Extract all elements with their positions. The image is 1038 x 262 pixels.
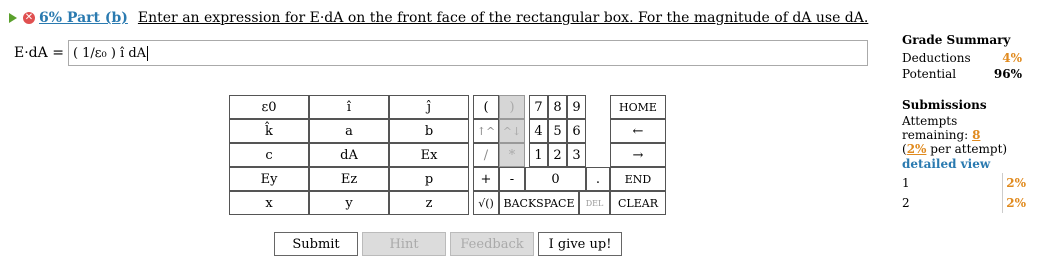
grade-summary: Grade Summary Deductions 4% Potential 96…	[902, 33, 1022, 82]
key-right-arrow[interactable]: →	[610, 143, 666, 167]
submission-row: 1 2%	[902, 173, 1026, 193]
deductions-row: Deductions 4%	[902, 50, 1022, 66]
key-home[interactable]: HOME	[610, 95, 666, 119]
key-5[interactable]: 5	[548, 119, 567, 143]
key-z[interactable]: z	[389, 191, 469, 215]
feedback-button[interactable]: Feedback	[450, 232, 534, 256]
part-header: ✕ 6% Part (b) Enter an expression for E·…	[6, 8, 868, 28]
per-attempt-penalty: (2% per attempt)	[902, 142, 1026, 156]
deductions-value: 4%	[1002, 51, 1022, 65]
attempts-label: Attempts remaining:	[902, 114, 969, 142]
key-close-paren[interactable]: )	[499, 95, 525, 119]
submissions-title: Submissions	[902, 98, 987, 112]
play-icon[interactable]	[9, 13, 17, 23]
text-caret	[147, 45, 149, 61]
key-slash[interactable]: /	[473, 143, 499, 167]
submission-number: 2	[902, 196, 910, 210]
potential-value: 96%	[993, 67, 1022, 81]
key-up-caret[interactable]: ↑^	[473, 119, 499, 143]
potential-row: Potential 96%	[902, 66, 1022, 82]
key-Ex[interactable]: Ex	[389, 143, 469, 167]
submission-value: 2%	[1002, 173, 1026, 193]
key-star[interactable]: *	[499, 143, 525, 167]
key-k-hat[interactable]: k̂	[229, 119, 309, 143]
key-y[interactable]: y	[309, 191, 389, 215]
answer-row: E·dA = ( 1/ε₀ ) î dA	[14, 40, 868, 66]
key-3[interactable]: 3	[567, 143, 586, 167]
key-sqrt[interactable]: √()	[473, 191, 499, 215]
key-i-hat[interactable]: î	[309, 95, 389, 119]
key-dA[interactable]: dA	[309, 143, 389, 167]
potential-label: Potential	[902, 67, 957, 81]
key-b[interactable]: b	[389, 119, 469, 143]
key-c[interactable]: c	[229, 143, 309, 167]
key-4[interactable]: 4	[529, 119, 548, 143]
key-j-hat[interactable]: ĵ	[389, 95, 469, 119]
attempts-value: 8	[972, 128, 981, 142]
incorrect-icon: ✕	[23, 12, 35, 24]
detailed-view-link[interactable]: detailed view	[902, 157, 1026, 171]
submission-value: 2%	[1002, 193, 1026, 213]
key-end[interactable]: END	[610, 167, 666, 191]
key-del[interactable]: DEL	[579, 191, 610, 215]
give-up-button[interactable]: I give up!	[538, 232, 622, 256]
key-Ez[interactable]: Ez	[309, 167, 389, 191]
key-backspace[interactable]: BACKSPACE	[499, 191, 579, 215]
submission-row: 2 2%	[902, 193, 1026, 213]
answer-input[interactable]: ( 1/ε₀ ) î dA	[67, 40, 868, 66]
submit-button[interactable]: Submit	[274, 232, 358, 256]
key-minus[interactable]: -	[499, 167, 525, 191]
key-7[interactable]: 7	[529, 95, 548, 119]
submission-number: 1	[902, 176, 910, 190]
key-epsilon0[interactable]: ε0	[229, 95, 309, 119]
assignment-page: ✕ 6% Part (b) Enter an expression for E·…	[0, 0, 1038, 262]
key-9[interactable]: 9	[567, 95, 586, 119]
key-left-arrow[interactable]: ←	[610, 119, 666, 143]
key-plus[interactable]: +	[473, 167, 499, 191]
key-2[interactable]: 2	[548, 143, 567, 167]
key-Ey[interactable]: Ey	[229, 167, 309, 191]
key-down-caret[interactable]: ^↓	[499, 119, 525, 143]
deductions-label: Deductions	[902, 51, 971, 65]
key-dot[interactable]: .	[586, 167, 610, 191]
key-clear[interactable]: CLEAR	[610, 191, 666, 215]
key-6[interactable]: 6	[567, 119, 586, 143]
attempts-remaining: Attempts remaining: 8	[902, 114, 1026, 142]
key-1[interactable]: 1	[529, 143, 548, 167]
question-prompt: Enter an expression for E·dA on the fron…	[137, 10, 869, 26]
key-p[interactable]: p	[389, 167, 469, 191]
hint-button[interactable]: Hint	[362, 232, 446, 256]
key-x[interactable]: x	[229, 191, 309, 215]
grade-summary-title: Grade Summary	[902, 33, 1011, 47]
key-0[interactable]: 0	[525, 167, 586, 191]
part-link[interactable]: 6% Part (b)	[39, 10, 128, 26]
submissions-panel: Submissions Attempts remaining: 8 (2% pe…	[902, 98, 1026, 213]
key-open-paren[interactable]: (	[473, 95, 499, 119]
penalty-value: 2%	[906, 142, 927, 156]
key-8[interactable]: 8	[548, 95, 567, 119]
key-a[interactable]: a	[309, 119, 389, 143]
answer-label: E·dA =	[14, 45, 64, 61]
penalty-label: per attempt)	[930, 142, 1008, 156]
answer-value: ( 1/ε₀ ) î dA	[72, 45, 147, 61]
